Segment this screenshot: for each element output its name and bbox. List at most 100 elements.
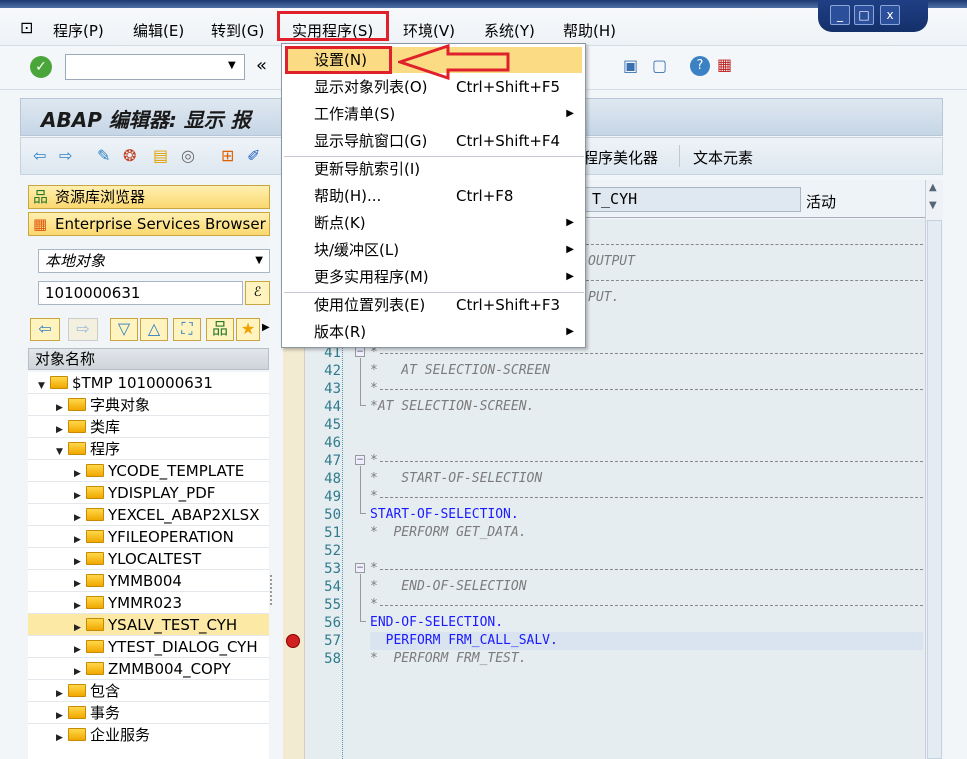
menu-help[interactable]: 帮助(H) bbox=[563, 20, 616, 41]
help-icon[interactable]: ? bbox=[690, 56, 710, 76]
menu-item[interactable]: 更多实用程序(M) ▶ bbox=[286, 264, 582, 290]
tree-item[interactable]: ▶ YTEST_DIALOG_CYH bbox=[28, 636, 269, 658]
tree-item[interactable]: ▶ YEXCEL_ABAP2XLSX bbox=[28, 504, 269, 526]
tree-item[interactable]: ▼ 程序 bbox=[28, 438, 269, 460]
next-object-icon[interactable]: ⇨ bbox=[68, 318, 98, 341]
expand-icon[interactable]: △ bbox=[140, 318, 168, 341]
collapse-icon[interactable]: ▽ bbox=[110, 318, 138, 341]
enter-check-icon[interactable]: ✓ bbox=[30, 56, 52, 78]
previous-object-icon[interactable]: ⇦ bbox=[30, 318, 60, 341]
new-session-icon[interactable]: ▣ bbox=[623, 56, 638, 76]
folder-icon bbox=[68, 684, 86, 697]
code-line[interactable]: * END-OF-SELECTION bbox=[370, 578, 923, 596]
tree-item[interactable]: ▶ YDISPLAY_PDF bbox=[28, 482, 269, 504]
tree-item-label: 字典对象 bbox=[90, 396, 151, 414]
folder-icon bbox=[68, 728, 86, 741]
text-elements-button[interactable]: 文本元素 bbox=[693, 147, 753, 168]
fold-collapse-icon[interactable]: − bbox=[355, 455, 365, 465]
menu-item[interactable]: 更新导航索引(I) bbox=[286, 156, 582, 182]
menu-icon[interactable]: ⊡ bbox=[20, 18, 33, 38]
tree-item[interactable]: ▶ YLOCALTEST bbox=[28, 548, 269, 570]
code-line[interactable]: * AT SELECTION-SCREEN bbox=[370, 362, 923, 380]
minimize-button[interactable]: _ bbox=[830, 5, 850, 25]
pretty-printer-button[interactable]: 程序美化器 bbox=[583, 147, 658, 168]
object-name-input[interactable]: 1010000631 bbox=[38, 281, 243, 305]
code-line[interactable]: *AT SELECTION-SCREEN. bbox=[370, 398, 923, 416]
menu-environment[interactable]: 环境(V) bbox=[403, 20, 455, 41]
menu-item[interactable]: 显示导航窗口(G) Ctrl+Shift+F4 bbox=[286, 128, 582, 154]
tree-item-label: YMMB004 bbox=[108, 572, 182, 590]
test-icon[interactable]: ✐ bbox=[247, 146, 260, 166]
menu-item[interactable]: 工作清单(S) ▶ bbox=[286, 101, 582, 127]
submenu-arrow-icon: ▶ bbox=[566, 271, 574, 282]
display-change-icon[interactable]: ✎ bbox=[97, 146, 110, 166]
code-line[interactable]: * START-OF-SELECTION bbox=[370, 470, 923, 488]
tree-item-label: YTEST_DIALOG_CYH bbox=[108, 638, 258, 656]
shortcut-icon[interactable]: ▢ bbox=[652, 56, 667, 76]
forward-arrow-icon[interactable]: ⇨ bbox=[59, 146, 72, 166]
object-type-select[interactable]: 本地对象 ▼ bbox=[38, 249, 270, 273]
close-button[interactable]: x bbox=[880, 5, 900, 25]
line-number: 55 bbox=[324, 597, 341, 613]
layout-menu-icon[interactable]: ▦ bbox=[717, 55, 732, 75]
object-icon[interactable]: ▤ bbox=[153, 146, 168, 166]
tree-item[interactable]: ▶ 企业服务 bbox=[28, 724, 269, 746]
more-arrow-icon[interactable]: ▶ bbox=[262, 318, 270, 338]
activate-icon[interactable]: ❂ bbox=[123, 146, 136, 166]
tree-item[interactable]: ▶ YMMB004 bbox=[28, 570, 269, 592]
menu-goto[interactable]: 转到(G) bbox=[211, 20, 264, 41]
vertical-scrollbar[interactable]: ▲ ▼ bbox=[925, 180, 943, 759]
tree-item[interactable]: ▶ 事务 bbox=[28, 702, 269, 724]
code-line[interactable]: END-OF-SELECTION. bbox=[370, 614, 923, 632]
tree-item[interactable]: ▶ YFILEOPERATION bbox=[28, 526, 269, 548]
code-line[interactable]: PERFORM FRM_CALL_SALV. bbox=[370, 632, 923, 650]
folder-icon bbox=[86, 618, 104, 631]
fold-collapse-icon[interactable]: − bbox=[355, 347, 365, 357]
code-line[interactable] bbox=[370, 542, 923, 560]
favorites-star-icon[interactable]: ★ bbox=[236, 318, 260, 341]
back-arrow-icon[interactable]: ⇦ bbox=[33, 146, 46, 166]
scroll-down-icon[interactable]: ▼ bbox=[929, 200, 937, 211]
scroll-thumb[interactable] bbox=[927, 220, 942, 759]
code-line[interactable]: * PERFORM FRM_TEST. bbox=[370, 650, 923, 668]
collapsed-triangle-icon[interactable]: ▶ bbox=[56, 727, 68, 749]
maximize-button[interactable]: □ bbox=[854, 5, 874, 25]
tree-item[interactable]: ▶ YCODE_TEMPLATE bbox=[28, 460, 269, 482]
tree-item[interactable]: ▶ 包含 bbox=[28, 680, 269, 702]
menu-item[interactable]: 版本(R) ▶ bbox=[286, 319, 582, 345]
tree-item[interactable]: ▶ 字典对象 bbox=[28, 394, 269, 416]
tree-item[interactable]: ▶ 类库 bbox=[28, 416, 269, 438]
code-line[interactable] bbox=[370, 416, 923, 434]
code-line[interactable]: * PERFORM GET_DATA. bbox=[370, 524, 923, 542]
repository-browser-button[interactable]: 品资源库浏览器 bbox=[28, 185, 270, 209]
line-number: 45 bbox=[324, 417, 341, 433]
breakpoint-stop-icon[interactable] bbox=[286, 634, 300, 648]
annotation-box-settings bbox=[285, 46, 392, 74]
hierarchy-icon[interactable]: ⊞ bbox=[221, 146, 234, 166]
splitter-handle[interactable] bbox=[270, 575, 274, 605]
display-glasses-button[interactable]: ℰ bbox=[245, 281, 270, 305]
menu-item[interactable]: 帮助(H)... Ctrl+F8 bbox=[286, 183, 582, 209]
code-line[interactable]: START-OF-SELECTION. bbox=[370, 506, 923, 524]
menu-program[interactable]: 程序(P) bbox=[53, 20, 104, 41]
fold-collapse-icon[interactable]: − bbox=[355, 563, 365, 573]
tree-item[interactable]: ▶ YSALV_TEST_CYH bbox=[28, 614, 269, 636]
tree-item[interactable]: ▶ ZMMB004_COPY bbox=[28, 658, 269, 680]
comment-dash-line bbox=[586, 280, 923, 281]
where-used-icon[interactable]: ◎ bbox=[181, 146, 195, 166]
es-browser-button[interactable]: ▦ Enterprise Services Browser bbox=[28, 212, 270, 236]
scroll-up-icon[interactable]: ▲ bbox=[929, 182, 937, 193]
menu-item[interactable]: 块/缓冲区(L) ▶ bbox=[286, 237, 582, 263]
nav-back[interactable]: « bbox=[256, 56, 267, 76]
menu-item[interactable]: 使用位置列表(E) Ctrl+Shift+F3 bbox=[286, 292, 582, 318]
tree-item[interactable]: ▼ $TMP 1010000631 bbox=[28, 372, 269, 394]
command-field[interactable] bbox=[65, 54, 245, 80]
binoculars-icon[interactable]: ⛶ bbox=[173, 318, 201, 341]
command-dropdown-icon[interactable]: ▼ bbox=[228, 60, 236, 71]
menu-item[interactable]: 断点(K) ▶ bbox=[286, 210, 582, 236]
hierarchy-icon[interactable]: 品 bbox=[206, 318, 234, 341]
tree-item[interactable]: ▶ YMMR023 bbox=[28, 592, 269, 614]
code-line[interactable] bbox=[370, 434, 923, 452]
menu-system[interactable]: 系统(Y) bbox=[484, 20, 535, 41]
menu-edit[interactable]: 编辑(E) bbox=[133, 20, 184, 41]
